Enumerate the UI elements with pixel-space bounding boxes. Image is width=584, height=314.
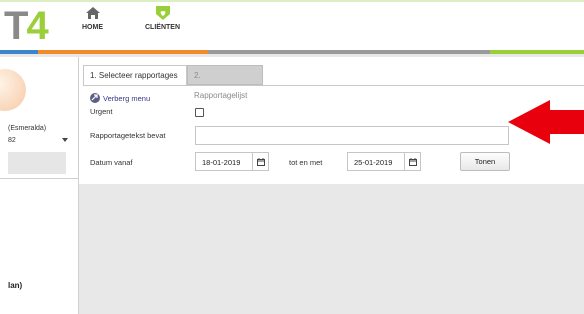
annotation-arrow-icon xyxy=(508,100,584,144)
